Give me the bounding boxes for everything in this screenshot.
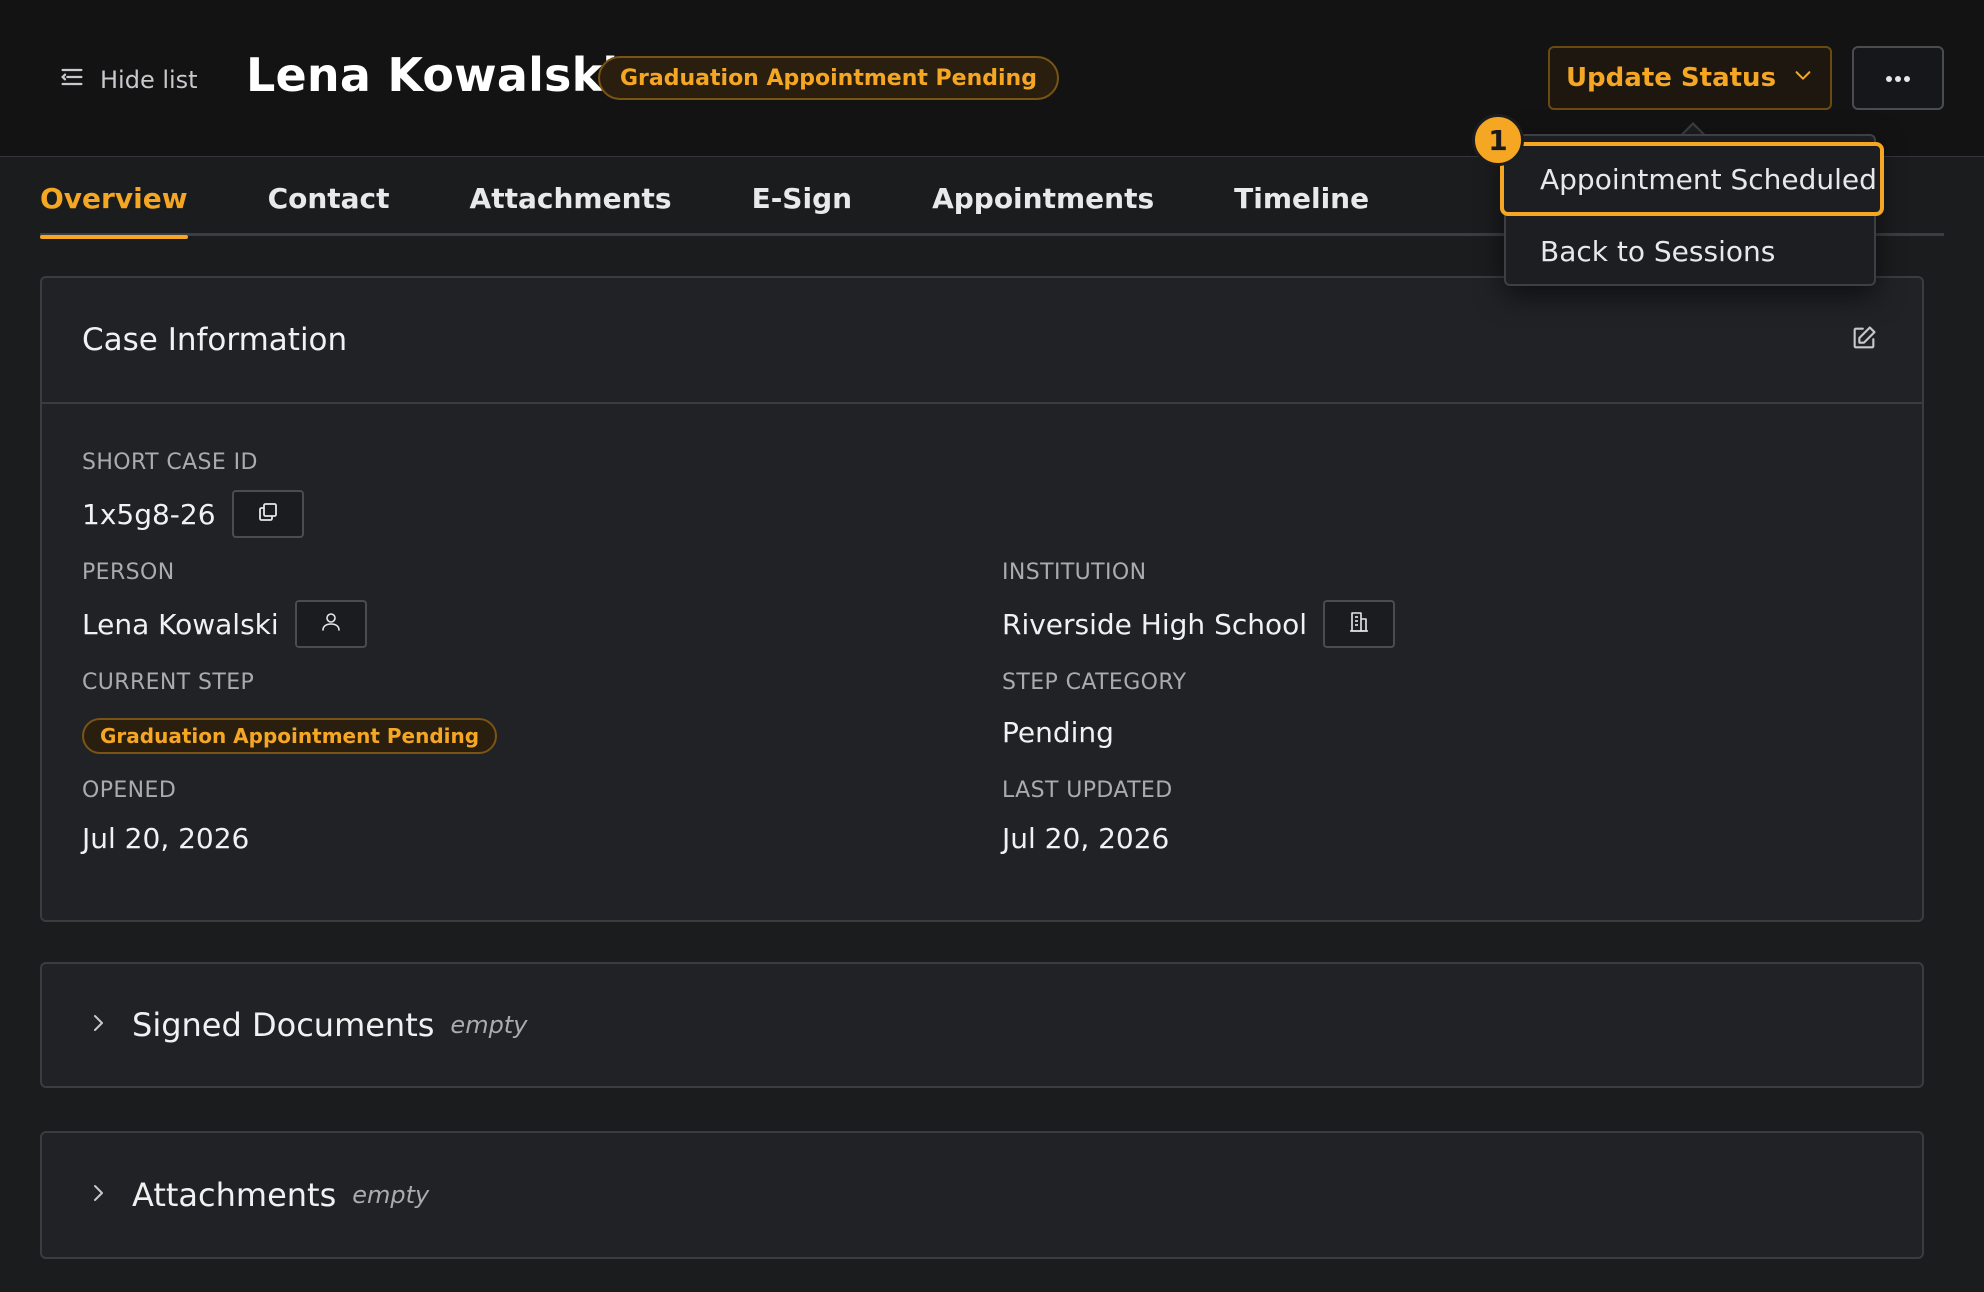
case-information-header: Case Information <box>42 278 1922 404</box>
copy-case-id-button[interactable] <box>231 490 304 538</box>
signed-documents-empty-note: empty <box>450 1011 528 1039</box>
copy-icon <box>256 498 280 531</box>
attachments-section[interactable]: Attachments empty <box>40 1131 1924 1259</box>
last-updated-label: LAST UPDATED <box>1002 778 1173 803</box>
attachments-empty-note: empty <box>352 1181 430 1209</box>
list-icon <box>58 63 86 97</box>
case-detail-page: Hide list Lena Kowalski Graduation Appoi… <box>0 0 1984 1292</box>
institution-field: Riverside High School <box>1002 600 1396 648</box>
tab-attachments[interactable]: Attachments <box>470 176 672 236</box>
current-step-label: CURRENT STEP <box>82 670 255 695</box>
opened-label: OPENED <box>82 778 177 803</box>
more-horizontal-icon <box>1884 69 1912 88</box>
step-category-value: Pending <box>1002 716 1114 749</box>
chevron-right-icon <box>86 1181 110 1209</box>
user-icon <box>319 608 343 641</box>
status-dropdown-menu: Appointment Scheduled Back to Sessions <box>1500 134 1884 286</box>
tab-e-sign[interactable]: E-Sign <box>752 176 853 236</box>
short-case-id-value: 1x5g8-26 <box>82 497 216 531</box>
update-status-button[interactable]: Update Status <box>1548 46 1832 110</box>
case-information-title: Case Information <box>82 322 348 358</box>
institution-value: Riverside High School <box>1002 607 1308 641</box>
tab-overview[interactable]: Overview <box>40 176 188 239</box>
person-value: Lena Kowalski <box>82 607 279 641</box>
menu-item-appointment-scheduled[interactable]: Appointment Scheduled <box>1500 142 1884 216</box>
opened-value: Jul 20, 2026 <box>82 822 250 855</box>
person-field: Lena Kowalski <box>82 600 367 648</box>
last-updated-value: Jul 20, 2026 <box>1002 822 1170 855</box>
edit-icon <box>1850 324 1878 356</box>
chevron-right-icon <box>86 1011 110 1039</box>
menu-item-back-to-sessions[interactable]: Back to Sessions <box>1506 224 1874 278</box>
institution-label: INSTITUTION <box>1002 560 1147 585</box>
hide-list-button[interactable]: Hide list <box>58 60 198 100</box>
update-status-label: Update Status <box>1565 63 1777 93</box>
case-information-card: Case Information SHORT CASE ID 1x5g8-26 <box>40 276 1924 922</box>
view-institution-button[interactable] <box>1323 600 1396 648</box>
building-icon <box>1347 608 1371 641</box>
current-step-badge: Graduation Appointment Pending <box>82 718 498 754</box>
edit-case-button[interactable] <box>1846 322 1882 358</box>
signed-documents-section[interactable]: Signed Documents empty <box>40 962 1924 1088</box>
hide-list-label: Hide list <box>100 66 198 94</box>
chevron-down-icon <box>1792 63 1814 93</box>
status-badge: Graduation Appointment Pending <box>598 56 1059 100</box>
signed-documents-title: Signed Documents <box>132 1006 435 1044</box>
page-title: Lena Kowalski <box>246 48 619 102</box>
step-number-badge: 1 <box>1472 114 1524 166</box>
person-label: PERSON <box>82 560 175 585</box>
tab-timeline[interactable]: Timeline <box>1234 176 1369 236</box>
tab-appointments[interactable]: Appointments <box>932 176 1154 236</box>
short-case-id-field: 1x5g8-26 <box>82 490 304 538</box>
step-category-label: STEP CATEGORY <box>1002 670 1187 695</box>
short-case-id-label: SHORT CASE ID <box>82 450 258 475</box>
view-person-button[interactable] <box>294 600 367 648</box>
tab-contact[interactable]: Contact <box>268 176 390 236</box>
more-actions-button[interactable] <box>1852 46 1944 110</box>
attachments-title: Attachments <box>132 1176 337 1214</box>
